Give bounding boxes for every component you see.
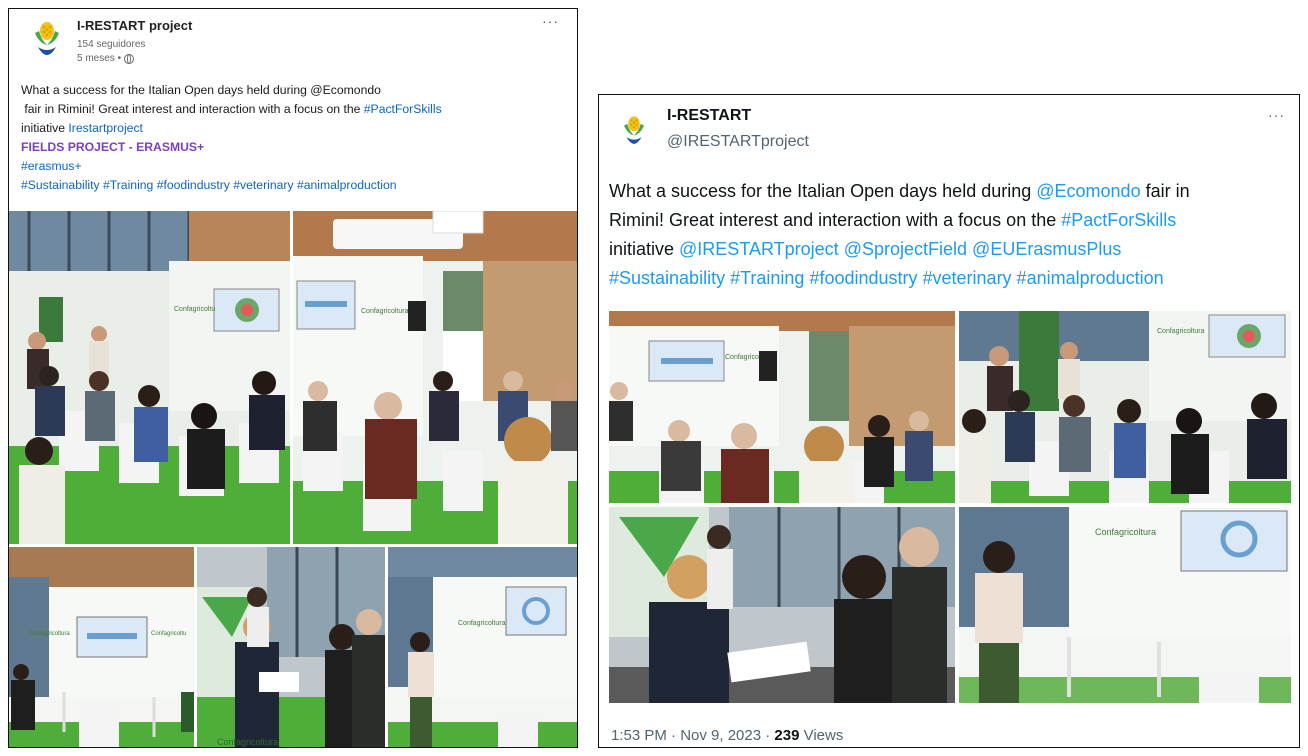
twitter-post-card: I-RESTART @IRESTARTproject ··· What a su… — [598, 94, 1300, 748]
view-count: 239 — [774, 727, 800, 744]
hashtag-link[interactable]: #PactForSkills — [364, 102, 442, 116]
post-text: What a success for the Italian Open days… — [21, 81, 561, 195]
i-restart-logo-icon[interactable] — [29, 19, 65, 65]
event-photo[interactable]: Confagricoltu — [9, 211, 290, 544]
views-label: Views — [799, 727, 844, 744]
mention-link[interactable]: @IRESTARTproject — [679, 239, 839, 259]
post-text-segment: initiative — [21, 121, 69, 135]
tweet-text: What a success for the Italian Open days… — [609, 177, 1299, 293]
tweet-photo[interactable]: Confagricoltura — [959, 507, 1291, 703]
mention-link[interactable]: @SprojectField — [844, 239, 967, 259]
event-photo[interactable]: Confagricoltura Confagricoltu — [9, 547, 194, 748]
post-text-line: What a success for the Italian Open days… — [21, 83, 381, 97]
mention-link[interactable]: Irestartproject — [68, 121, 143, 135]
sign-text: Confagricoltura — [361, 308, 409, 315]
tweet-text-segment: initiative — [609, 239, 680, 259]
followers-count: 154 seguidores — [77, 39, 146, 50]
tweet-text-line: initiative @IRESTARTproject @SprojectFie… — [609, 235, 1299, 264]
post-text-line: initiative Irestartproject — [21, 119, 561, 138]
svg-text:Confagricoltu: Confagricoltu — [151, 631, 186, 637]
author-name[interactable]: I-RESTART project — [77, 18, 192, 33]
tweet-photo[interactable]: Confagricoltura — [609, 311, 955, 503]
tweet-photo[interactable] — [609, 507, 955, 703]
linkedin-post-card: I-RESTART project 154 seguidores 5 meses… — [8, 8, 578, 748]
tweet-text-segment: What a success for the Italian Open days… — [609, 181, 1037, 201]
tweet-meta: 1:53 PM · Nov 9, 2023 · 239 Views — [611, 727, 843, 744]
tweet-timestamp[interactable]: 1:53 PM · Nov 9, 2023 · — [611, 727, 774, 744]
svg-text:Confagricoltura: Confagricoltura — [458, 620, 506, 627]
hashtag-link[interactable]: #erasmus+ — [21, 157, 561, 176]
tweet-text-line: Rimini! Great interest and interaction w… — [609, 206, 1299, 235]
sign-text: Confagricoltu — [174, 306, 215, 313]
event-photo[interactable]: Confagricoltura — [388, 547, 578, 748]
globe-icon — [124, 53, 135, 64]
sign-text: Confagricoltura — [1157, 328, 1205, 335]
svg-text:Confagricoltura: Confagricoltura — [29, 631, 70, 637]
author-name[interactable]: I-RESTART — [667, 107, 751, 125]
more-options-button[interactable]: ··· — [1268, 107, 1285, 123]
post-text-line: fair in Rimini! Great interest and inter… — [21, 100, 561, 119]
sign-text: Confagricoltura — [217, 737, 278, 747]
mention-link[interactable]: @EUErasmusPlus — [972, 239, 1121, 259]
tweet-photo[interactable]: Confagricoltura — [959, 311, 1291, 503]
project-title: FIELDS PROJECT - ERASMUS+ — [21, 140, 205, 154]
hashtag-list[interactable]: #Sustainability #Training #foodindustry … — [609, 264, 1299, 293]
svg-text:Confagricoltura: Confagricoltura — [1095, 527, 1156, 537]
i-restart-logo-icon[interactable] — [619, 113, 649, 153]
event-photo[interactable]: Confagricoltura — [293, 211, 578, 544]
hashtag-link[interactable]: #PactForSkills — [1061, 210, 1176, 230]
tweet-text-segment: fair in — [1140, 181, 1190, 201]
more-options-button[interactable]: ··· — [542, 13, 559, 29]
post-text-segment: fair in Rimini! Great interest and inter… — [24, 102, 364, 116]
tweet-text-line: What a success for the Italian Open days… — [609, 177, 1299, 206]
hashtag-list[interactable]: #Sustainability #Training #foodindustry … — [21, 176, 561, 195]
post-time-text: 5 meses • — [77, 53, 122, 64]
mention-link[interactable]: @Ecomondo — [1036, 181, 1140, 201]
tweet-text-segment: Rimini! Great interest and interaction w… — [609, 210, 1062, 230]
post-time: 5 meses • — [77, 53, 135, 64]
event-photo[interactable]: Confagricoltura — [197, 547, 385, 748]
author-handle[interactable]: @IRESTARTproject — [667, 133, 809, 151]
